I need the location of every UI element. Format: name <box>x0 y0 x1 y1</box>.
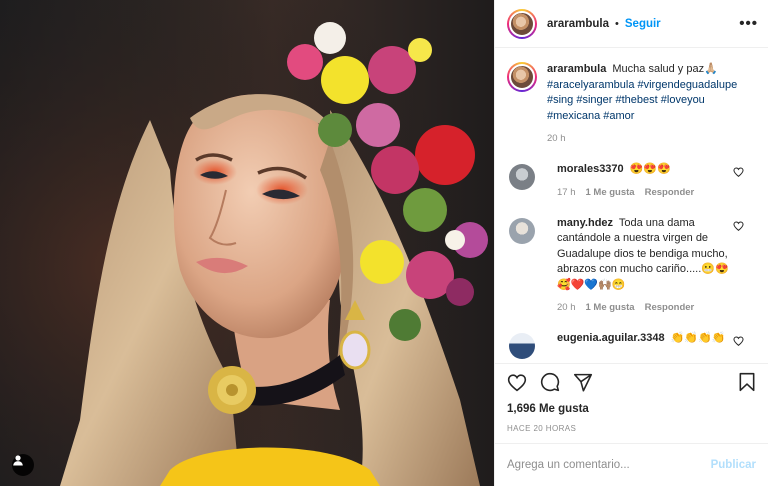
follow-button[interactable]: Seguir <box>625 18 661 30</box>
caption-message: Mucha salud y paz🙏🏼 <box>612 63 718 75</box>
heart-icon[interactable] <box>733 167 744 177</box>
hashtag-link[interactable]: #aracelyarambula <box>547 79 634 91</box>
comment-item: morales3370 😍😍😍 17 h 1 Me gusta Responde… <box>507 162 756 198</box>
instagram-post-modal: ararambula • Seguir ••• ararambula Mucha… <box>0 0 768 486</box>
caption-avatar[interactable] <box>507 62 537 92</box>
post-photo[interactable] <box>0 0 494 486</box>
post-caption: ararambula Mucha salud y paz🙏🏼 #aracelya… <box>507 62 756 144</box>
comment-text: 👏👏👏👏 <box>670 332 726 344</box>
comment-input[interactable] <box>507 459 711 471</box>
post-side-panel: ararambula • Seguir ••• ararambula Mucha… <box>494 0 768 486</box>
caption-text: ararambula Mucha salud y paz🙏🏼 #aracelya… <box>547 62 756 124</box>
hashtag-link[interactable]: #singer <box>576 94 612 106</box>
post-actions-bar <box>495 364 768 400</box>
user-tag-button[interactable] <box>12 454 34 476</box>
heart-icon[interactable] <box>733 220 744 231</box>
comment-username[interactable]: eugenia.aguilar.3348 <box>557 332 665 344</box>
comment-icon[interactable] <box>540 372 560 392</box>
comment-avatar[interactable] <box>509 333 535 359</box>
author-avatar[interactable] <box>507 8 537 39</box>
caption-username[interactable]: ararambula <box>547 63 606 75</box>
comment-username[interactable]: many.hdez <box>557 217 613 229</box>
comment-time[interactable]: 20 h <box>557 302 576 313</box>
comment-item: many.hdez Toda una dama cantándole a nue… <box>507 216 756 313</box>
comment-avatar[interactable] <box>509 217 535 244</box>
comment-avatar[interactable] <box>509 164 535 190</box>
comment-meta: 20 h 1 Me gusta Responder <box>557 302 732 313</box>
comment-likes-count[interactable]: 1 Me gusta <box>586 302 635 313</box>
comment-username[interactable]: morales3370 <box>557 163 624 175</box>
post-timestamp[interactable]: HACE 20 HORAS <box>495 418 768 444</box>
add-comment-bar: Publicar <box>495 444 768 486</box>
comments-list[interactable]: ararambula Mucha salud y paz🙏🏼 #aracelya… <box>495 48 768 364</box>
comment-likes-count[interactable]: 1 Me gusta <box>586 187 635 198</box>
hashtag-link[interactable]: #amor <box>603 110 634 122</box>
header-dot-separator: • <box>615 17 619 30</box>
likes-count[interactable]: 1,696 Me gusta <box>495 400 768 418</box>
user-tag-icon <box>13 455 23 466</box>
hashtag-link[interactable]: #thebest <box>616 94 658 106</box>
more-icon[interactable]: ••• <box>739 15 758 32</box>
comment-text: 😍😍😍 <box>629 163 671 175</box>
publish-button[interactable]: Publicar <box>711 459 756 471</box>
post-header: ararambula • Seguir ••• <box>495 0 768 48</box>
bookmark-icon[interactable] <box>738 372 756 392</box>
author-username[interactable]: ararambula <box>547 18 609 30</box>
heart-icon[interactable] <box>507 373 527 392</box>
hashtag-link[interactable]: #sing <box>547 94 573 106</box>
reply-button[interactable]: Responder <box>645 302 695 313</box>
share-icon[interactable] <box>573 373 593 392</box>
comment-time[interactable]: 17 h <box>557 187 576 198</box>
reply-button[interactable]: Responder <box>645 187 695 198</box>
comment-item: eugenia.aguilar.3348 👏👏👏👏 <box>507 331 756 359</box>
comment-meta: 17 h 1 Me gusta Responder <box>557 187 732 198</box>
hashtag-link[interactable]: #loveyou <box>661 94 705 106</box>
hashtag-link[interactable]: #virgendeguadalupe <box>638 79 738 91</box>
caption-time[interactable]: 20 h <box>547 133 566 144</box>
hashtag-link[interactable]: #mexicana <box>547 110 600 122</box>
caption-meta: 20 h <box>547 133 756 144</box>
portrait-illustration <box>0 0 494 486</box>
heart-icon[interactable] <box>733 336 744 346</box>
